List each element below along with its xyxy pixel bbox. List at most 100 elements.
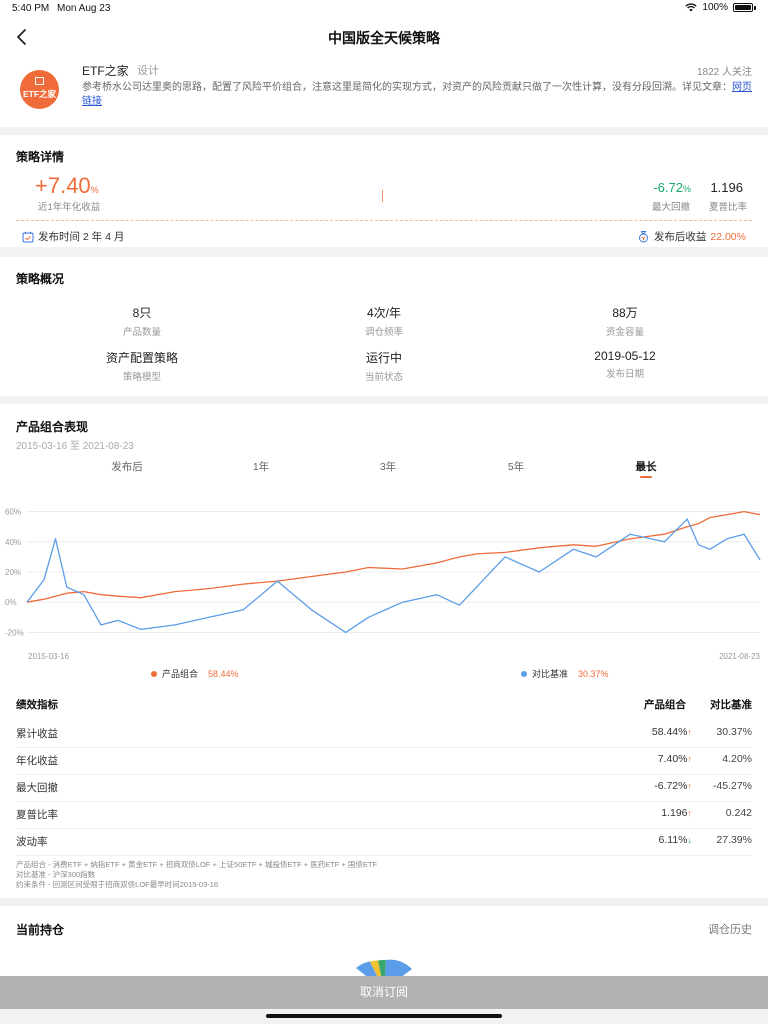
money-bag-icon: [638, 231, 648, 243]
cancel-subscription-button[interactable]: 取消订阅: [0, 976, 768, 1009]
metric-benchmark-value: -45.27%: [712, 780, 752, 792]
metric-product-number: 1.196: [661, 807, 688, 819]
legend-value-product: 58.44%: [208, 668, 239, 679]
author-card: ETF之家 ETF之家 设计 1822 人关注 参考桥水公司达里奥的思路，配置了…: [0, 56, 768, 127]
dashed-divider: [16, 220, 752, 221]
metric-product-number: -6.72%: [654, 780, 688, 792]
status-time: 5:40 PM: [12, 3, 50, 14]
metric-name: 累计收益: [16, 728, 58, 740]
metric-product-value: 58.44%↑: [652, 726, 692, 738]
tab-3-years[interactable]: 3年: [380, 459, 396, 474]
annual-return-number: +7.40: [35, 173, 91, 198]
overview-item-capacity: 88万 资金容量: [525, 304, 725, 338]
overview-item-count: 8只 产品数量: [42, 304, 242, 338]
holdings-card: 当前持仓 调仓历史: [0, 906, 768, 976]
metrics-row: 最大回撤 -6.72%↑ -45.27%: [16, 774, 752, 802]
tab-1-year[interactable]: 1年: [253, 459, 269, 474]
metric-benchmark-value: 0.242: [725, 807, 752, 819]
performance-chart: 60% 40% 20% 0% -20% 2015-03-16 2021-08-23: [5, 508, 761, 661]
page-title: 中国版全天候策略: [328, 30, 440, 46]
legend-benchmark: 对比基准 30.37%: [521, 667, 609, 680]
tab-longest[interactable]: 最长: [636, 459, 657, 474]
performance-card: 产品组合表现 2015-03-16 至 2021-08-23 发布后 1年 3年…: [0, 404, 768, 898]
metric-product-value: 6.11%↓: [659, 834, 693, 846]
overview-value: 88万: [612, 306, 638, 320]
battery-tip: [754, 5, 756, 10]
period-tabs: 发布后 1年 3年 5年 最长: [0, 459, 768, 483]
tab-5-years[interactable]: 5年: [508, 459, 524, 474]
metrics-col-product: 产品组合: [644, 699, 686, 711]
metrics-col-benchmark: 对比基准: [710, 699, 752, 711]
arrow-up-icon: ↑: [687, 781, 693, 791]
arrow-up-icon: ↑: [687, 808, 693, 818]
author-tag: 设计: [137, 65, 159, 77]
y-tick-label: 0%: [5, 598, 17, 607]
wifi-icon: [685, 3, 698, 12]
cube-icon: [35, 77, 44, 85]
divider-tick: [382, 190, 383, 202]
annual-return-unit: %: [90, 185, 99, 195]
metric-name: 夏普比率: [16, 809, 58, 821]
chart-ticks: 60% 40% 20% 0% -20% 2015-03-16 2021-08-23: [5, 508, 761, 661]
strategy-description: 参考桥水公司达里奥的思路，配置了风险平价组合，注意这里是简化的实现方式，对资产的…: [82, 81, 752, 109]
overview-value: 2019-05-12: [594, 349, 656, 363]
x-tick-label: 2021-08-23: [719, 652, 760, 661]
nav-bar: 中国版全天候策略: [0, 18, 768, 56]
y-tick-label: 20%: [5, 568, 21, 577]
active-tab-indicator: [640, 476, 652, 478]
sharpe-label: 夏普比率: [708, 202, 747, 213]
status-date: Mon Aug 23: [57, 3, 111, 14]
max-drawdown-number: -6.72: [653, 180, 683, 195]
metrics-row: 夏普比率 1.196↑ 0.242: [16, 801, 752, 829]
max-drawdown-label: 最大回撤: [651, 202, 690, 213]
footnote-line: 产品组合 - 消费ETF + 纳指ETF + 黄金ETF + 招商双债LOF +…: [16, 860, 378, 869]
metric-product-number: 6.11%: [658, 834, 688, 846]
overview-label: 发布日期: [605, 369, 644, 380]
metric-benchmark-value: 4.20%: [722, 753, 752, 765]
publish-return: 发布后收益 22.00%: [637, 229, 746, 244]
y-tick-label: -20%: [5, 628, 24, 637]
footnote-line: 对比基准 - 沪深300指数: [16, 870, 96, 879]
overview-value: 运行中: [365, 351, 402, 365]
section-title-overview: 策略概况: [16, 272, 65, 286]
max-drawdown-unit: %: [682, 184, 691, 194]
legend-label-benchmark: 对比基准: [532, 669, 569, 679]
calendar-icon: [22, 231, 34, 242]
overview-item-model: 资产配置策略 策略模型: [42, 349, 242, 383]
footnotes: 产品组合 - 消费ETF + 纳指ETF + 黄金ETF + 招商双债LOF +…: [16, 860, 377, 890]
status-right: 100%: [685, 2, 756, 13]
max-drawdown-value: -6.72%: [653, 180, 691, 195]
overview-value: 4次/年: [366, 306, 401, 320]
metrics-row: 累计收益 58.44%↑ 30.37%: [16, 720, 752, 748]
sharpe-value: 1.196: [710, 180, 743, 195]
overview-item-publish-date: 2019-05-12 发布日期: [525, 349, 725, 380]
metric-benchmark-value: 27.39%: [716, 834, 752, 846]
section-title-details: 策略详情: [16, 150, 65, 164]
metrics-row: 波动率 6.11%↓ 27.39%: [16, 828, 752, 856]
overview-label: 策略模型: [122, 372, 161, 383]
date-range: 2015-03-16 至 2021-08-23: [16, 441, 134, 452]
followers-count: 1822 人关注: [696, 67, 752, 78]
publish-return-label: 发布后收益: [653, 231, 707, 243]
overview-label: 当前状态: [364, 372, 403, 383]
publish-time: 发布时间 2 年 4 月: [22, 229, 124, 244]
legend-value-benchmark: 30.37%: [578, 668, 609, 679]
footnote-line: 约束条件 - 回测区间受限于招商双债LOF最早时间2015-03-16: [16, 880, 219, 889]
annual-return-value: +7.40%: [35, 173, 99, 199]
author-name[interactable]: ETF之家: [82, 62, 129, 79]
tab-since-publish[interactable]: 发布后: [111, 459, 143, 474]
overview-label: 资金容量: [605, 327, 644, 338]
publish-time-text: 发布时间 2 年 4 月: [38, 231, 125, 243]
overview-value: 8只: [132, 306, 152, 320]
overview-label: 产品数量: [122, 327, 161, 338]
arrow-up-icon: ↑: [687, 754, 693, 764]
chart-grid: [27, 511, 760, 633]
metric-benchmark-value: 30.37%: [716, 726, 752, 738]
metric-product-value: 7.40%↑: [658, 753, 692, 765]
legend-product: 产品组合 58.44%: [151, 667, 239, 680]
y-tick-label: 40%: [5, 538, 21, 547]
metric-name: 年化收益: [16, 755, 58, 767]
pie-slice: [384, 959, 412, 976]
battery-percent: 100%: [702, 2, 728, 13]
author-logo[interactable]: ETF之家: [20, 70, 59, 109]
